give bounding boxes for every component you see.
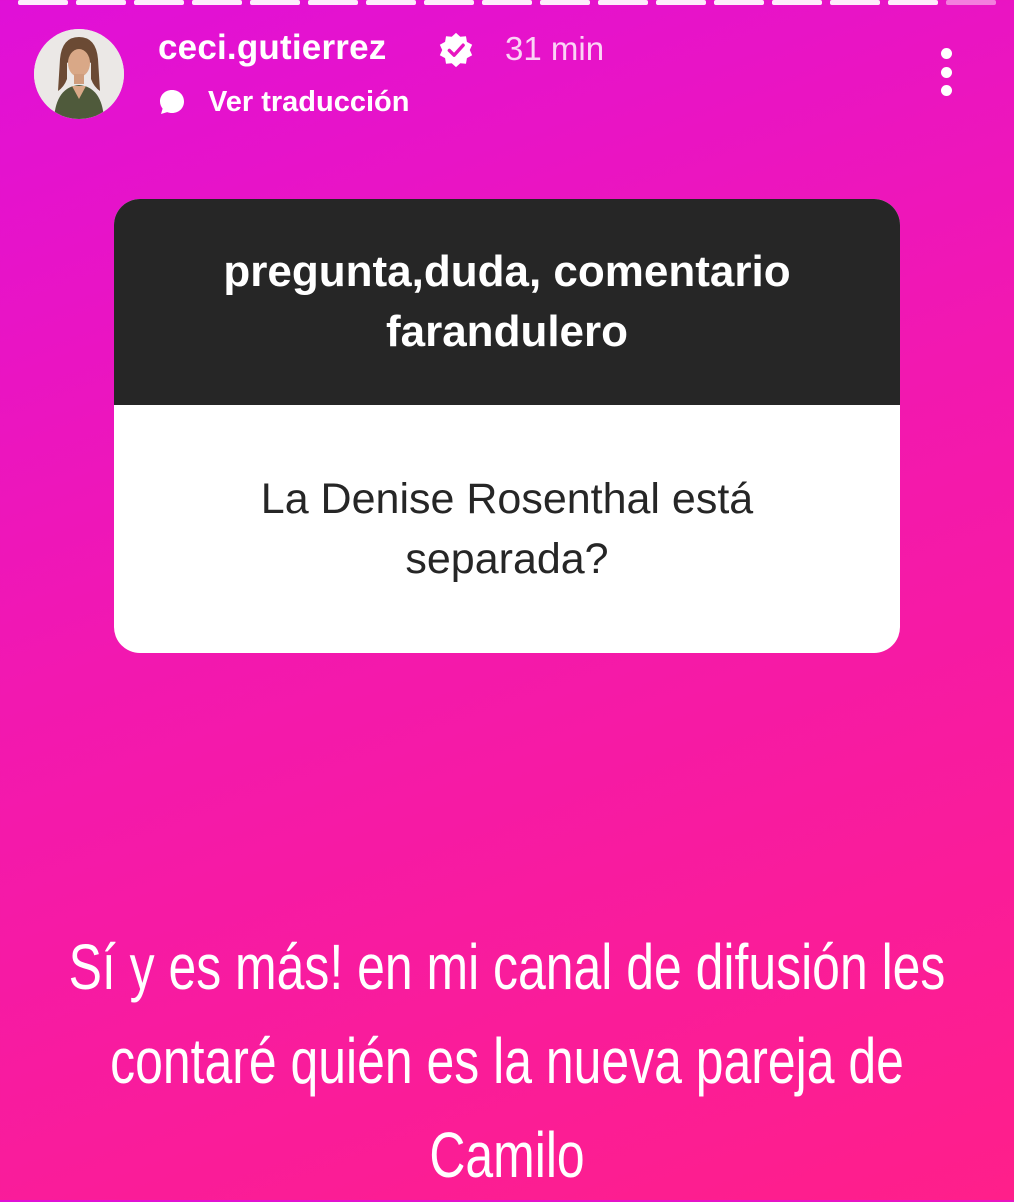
submitted-question: La Denise Rosenthal está separada?	[260, 475, 754, 583]
question-sticker: pregunta,duda, comentario farandulero La…	[114, 199, 900, 653]
question-sticker-header: pregunta,duda, comentario farandulero	[114, 199, 900, 405]
translate-button[interactable]: Ver traducción	[158, 82, 409, 122]
progress-segment	[134, 0, 184, 5]
avatar-photo	[34, 29, 124, 119]
story-response-text: Sí y es más! en mi canal de difusión les…	[69, 920, 946, 1202]
progress-segment	[76, 0, 126, 5]
progress-segment	[888, 0, 938, 5]
more-dot	[940, 66, 952, 78]
progress-segment	[946, 0, 996, 5]
progress-segment	[830, 0, 880, 5]
translate-label: Ver traducción	[208, 85, 410, 118]
progress-segment	[540, 0, 590, 5]
progress-segment	[18, 0, 68, 5]
progress-segment	[656, 0, 706, 5]
story-progress-bar	[18, 0, 996, 5]
more-vertical-icon[interactable]	[926, 48, 966, 96]
question-prompt: pregunta,duda, comentario farandulero	[223, 247, 791, 356]
progress-segment	[308, 0, 358, 5]
more-dot	[940, 48, 952, 59]
avatar[interactable]	[34, 29, 124, 119]
username[interactable]: ceci.gutierrez	[158, 28, 386, 68]
time-ago: 31 min	[505, 30, 605, 67]
progress-segment	[250, 0, 300, 5]
progress-segment	[772, 0, 822, 5]
progress-segment	[482, 0, 532, 5]
progress-segment	[366, 0, 416, 5]
progress-segment	[192, 0, 242, 5]
progress-segment	[714, 0, 764, 5]
verified-badge-icon	[439, 32, 473, 68]
speech-bubble-icon	[160, 90, 184, 114]
question-sticker-body: La Denise Rosenthal está separada?	[114, 405, 900, 653]
story-response-text-content: Sí y es más! en mi canal de difusión les…	[68, 931, 946, 1191]
progress-segment	[424, 0, 474, 5]
progress-segment	[598, 0, 648, 5]
more-dot	[940, 85, 952, 96]
